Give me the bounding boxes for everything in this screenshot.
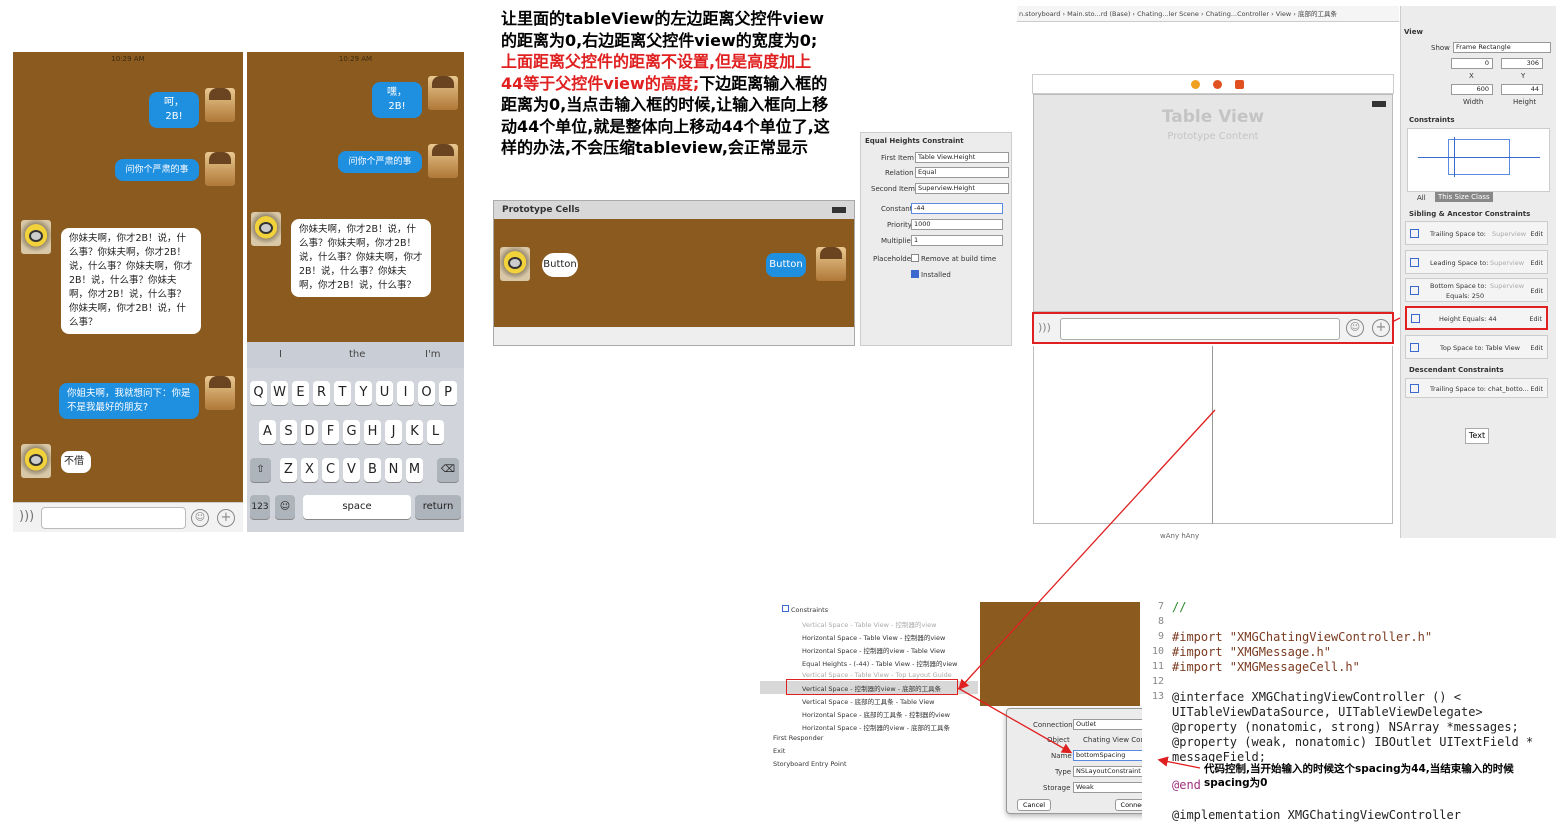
annotation-arrows [957,317,1401,769]
arrow-line [1157,756,1201,769]
arrow-line [1391,317,1401,323]
arrow-line [957,687,1073,754]
arrow-line [958,409,1216,690]
